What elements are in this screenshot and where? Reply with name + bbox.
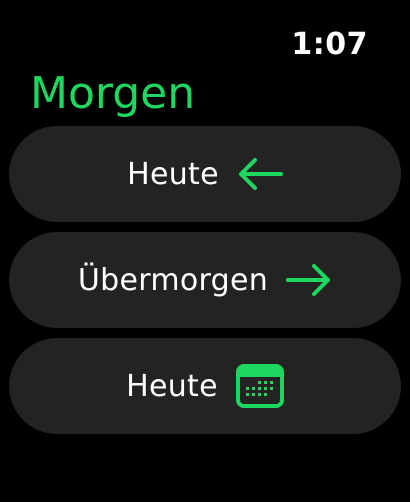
day-after-tomorrow-label: Übermorgen xyxy=(77,262,269,298)
calendar-icon xyxy=(235,364,284,408)
today-previous-label: Heute xyxy=(127,156,219,192)
today-previous-button[interactable]: Heute xyxy=(9,126,401,222)
options-list: Heute Übermorgen Heute xyxy=(9,126,401,444)
arrow-right-icon xyxy=(286,263,332,297)
arrow-left-icon xyxy=(237,157,283,191)
page-title: Morgen xyxy=(30,68,196,119)
day-after-tomorrow-button[interactable]: Übermorgen xyxy=(9,232,401,328)
today-calendar-label: Heute xyxy=(126,368,218,404)
today-calendar-button[interactable]: Heute xyxy=(9,338,401,434)
status-time: 1:07 xyxy=(291,27,368,62)
